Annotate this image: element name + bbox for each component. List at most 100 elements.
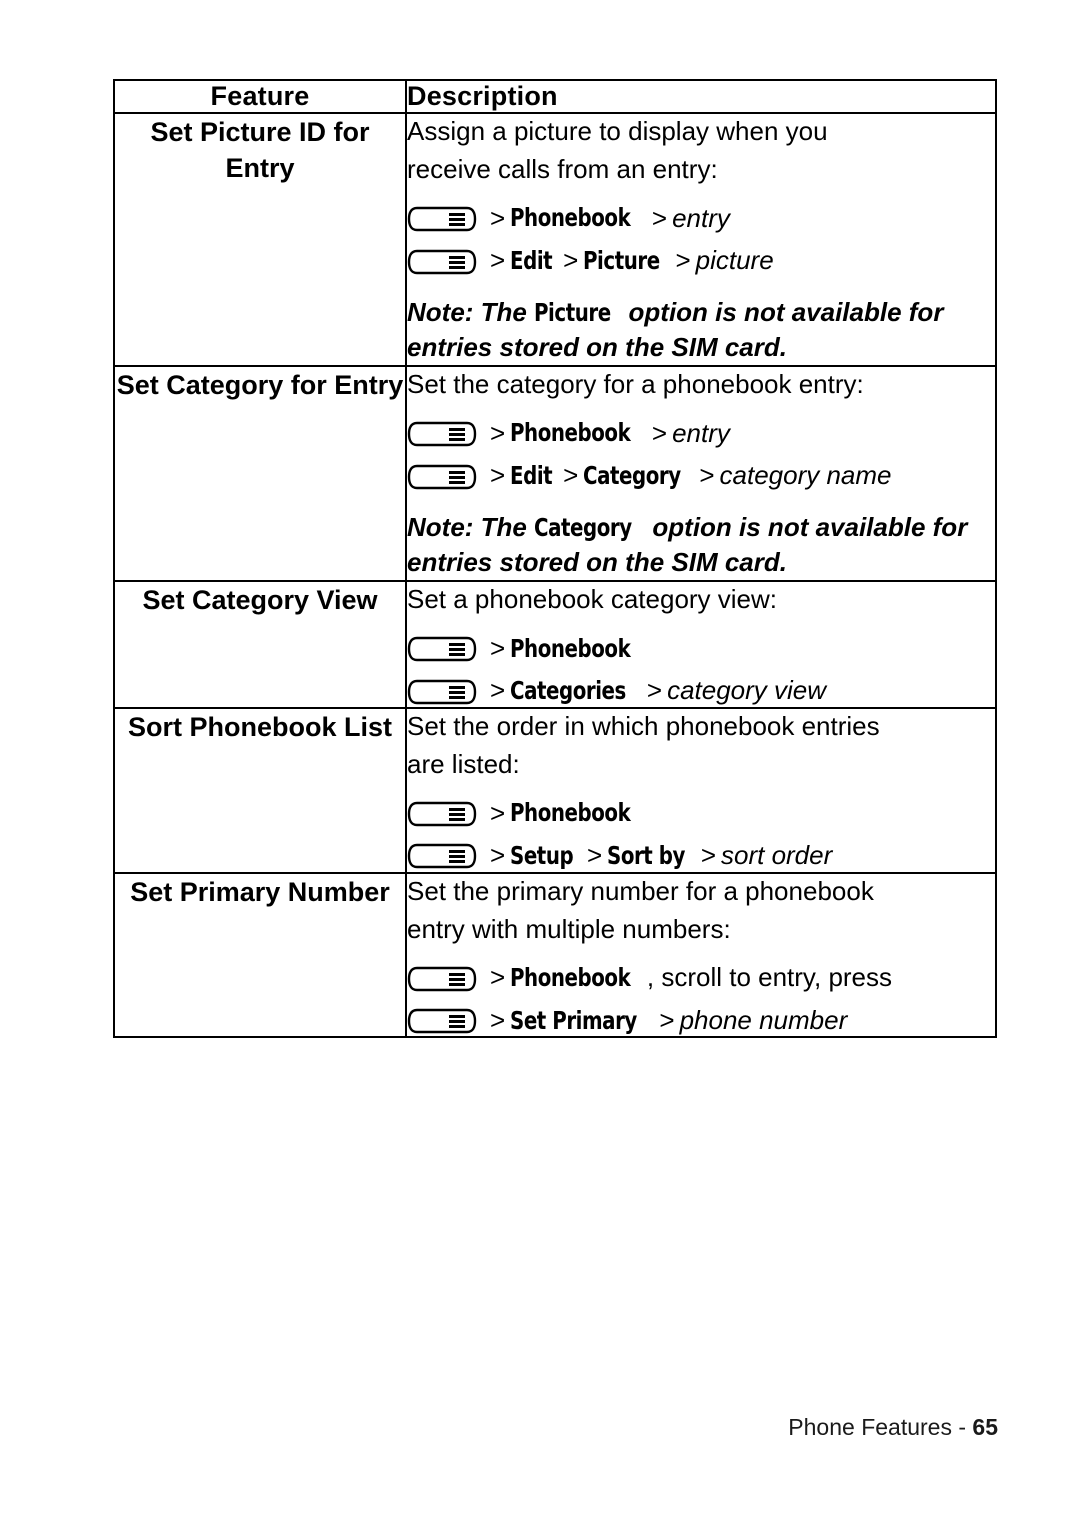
note-text: Note: (407, 296, 474, 327)
note-text: The (480, 511, 527, 542)
variable-text: category name (719, 460, 892, 491)
step-separator: > (563, 460, 579, 491)
description-line: Assign a picture to display when you (407, 116, 828, 147)
menu-path-step: > Phonebook (407, 632, 995, 665)
feature-name-cell: Set Picture ID for Entry (113, 112, 407, 367)
variable-text: phone number (679, 1004, 848, 1035)
variable-text: sort order (721, 840, 833, 871)
menu-path-step: > Phonebook , scroll to entry, press (407, 961, 995, 994)
variable-text: picture (695, 245, 774, 276)
step-separator: > (675, 245, 691, 276)
menu-item-label: Sort by (607, 840, 686, 870)
note-block: Note: The Category option is not availab… (407, 510, 995, 580)
description-line: receive calls from an entry: (407, 153, 718, 184)
menu-key-icon (407, 801, 477, 827)
step-separator: > (587, 840, 603, 871)
step-separator: > (490, 202, 506, 233)
step-separator: > (490, 245, 506, 276)
page-footer: Phone Features - 65 (788, 1414, 998, 1441)
footer-page-number: 65 (972, 1414, 998, 1440)
menu-item-label: Categories (510, 676, 627, 706)
step-separator: > (490, 840, 506, 871)
description-line: entry with multiple numbers: (407, 913, 731, 944)
description-line: Set the primary number for a phonebook (407, 875, 874, 906)
menu-key-icon (407, 249, 477, 275)
menu-path-step: > Set Primary > phone number (407, 1004, 995, 1037)
step-separator: > (490, 417, 506, 448)
column-header-description: Description (405, 78, 997, 115)
menu-key-icon (407, 679, 477, 705)
step-separator: > (490, 460, 506, 491)
footer-label: Phone Features - (788, 1414, 967, 1440)
description-line: Set the category for a phonebook entry: (407, 368, 864, 399)
step-separator: > (490, 1004, 506, 1035)
table-row: Set Category View Set a phonebook categor… (113, 580, 997, 709)
menu-item-label: Phonebook (510, 798, 631, 828)
menu-path-step: > Edit > Category > category name (407, 459, 995, 492)
menu-item-label: Category (534, 512, 632, 542)
column-header-feature: Feature (113, 78, 407, 115)
menu-key-icon (407, 206, 477, 232)
menu-key-icon (407, 843, 477, 869)
feature-description-cell: Assign a picture to display when you rece… (405, 112, 997, 367)
table-row: Sort Phonebook List Set the order in whic… (113, 706, 997, 874)
table-row: Set Category for Entry Set the category f… (113, 364, 997, 583)
step-separator: > (699, 460, 715, 491)
menu-path-step: > Phonebook > entry (407, 417, 995, 450)
menu-key-icon (407, 966, 477, 992)
feature-name-cell: Set Primary Number (113, 871, 407, 1039)
step-separator: > (700, 840, 716, 871)
step-separator: > (490, 797, 506, 828)
feature-name-cell: Set Category for Entry (113, 364, 407, 583)
manual-page: Feature Description Set Picture ID for Ent… (0, 0, 1080, 1521)
menu-item-label: Picture (534, 297, 611, 327)
feature-description-cell: Set a phonebook category view: > Phonebook… (405, 580, 997, 709)
feature-description-cell: Set the primary number for a phonebook en… (405, 871, 997, 1039)
menu-key-icon (407, 464, 477, 490)
menu-item-label: Category (583, 460, 682, 490)
menu-key-icon (407, 636, 477, 662)
step-separator: > (651, 202, 668, 233)
step-text: , scroll to entry, press (646, 962, 893, 993)
note-text: Note: (407, 511, 474, 542)
feature-name-cell: Sort Phonebook List (113, 706, 407, 874)
menu-path-step: > Phonebook > entry (407, 202, 995, 235)
menu-key-icon (407, 421, 477, 447)
feature-description-cell: Set the category for a phonebook entry: >… (405, 364, 997, 583)
variable-text: entry (672, 417, 730, 448)
menu-item-label: Picture (583, 245, 660, 275)
menu-path-step: > Edit > Picture > picture (407, 244, 995, 277)
step-separator: > (490, 962, 506, 993)
table-row: Set Picture ID for Entry Assign a picture… (113, 112, 997, 367)
menu-item-label: Edit (510, 460, 553, 490)
menu-item-label: Phonebook (510, 963, 631, 993)
menu-path-step: > Phonebook (407, 797, 995, 830)
step-separator: > (490, 675, 506, 706)
description-line: Set a phonebook category view: (407, 584, 778, 615)
table-row: Set Primary Number Set the primary number… (113, 871, 997, 1039)
menu-path-step: > Categories > category view (407, 674, 995, 707)
table-header-row: Feature Description (113, 78, 997, 115)
menu-item-label: Set Primary (510, 1005, 638, 1035)
description-line: are listed: (407, 748, 520, 779)
variable-text: category view (667, 675, 827, 706)
note-block: Note: The Picture option is not availabl… (407, 295, 995, 365)
note-text: The (480, 296, 527, 327)
menu-item-label: Setup (510, 840, 574, 870)
menu-path-step: > Setup > Sort by > sort order (407, 839, 995, 872)
menu-item-label: Phonebook (510, 633, 631, 663)
step-separator: > (563, 245, 579, 276)
step-separator: > (646, 675, 663, 706)
feature-description-cell: Set the order in which phonebook entries… (405, 706, 997, 874)
step-separator: > (490, 632, 506, 663)
menu-key-icon (407, 1008, 477, 1034)
step-separator: > (659, 1004, 675, 1035)
variable-text: entry (672, 202, 730, 233)
menu-item-label: Edit (510, 245, 553, 275)
menu-item-label: Phonebook (510, 203, 631, 233)
menu-item-label: Phonebook (510, 418, 631, 448)
step-separator: > (651, 417, 668, 448)
feature-name-cell: Set Category View (113, 580, 407, 709)
feature-description-table: Feature Description Set Picture ID for Ent… (113, 78, 997, 1039)
description-line: Set the order in which phonebook entries (407, 710, 880, 741)
